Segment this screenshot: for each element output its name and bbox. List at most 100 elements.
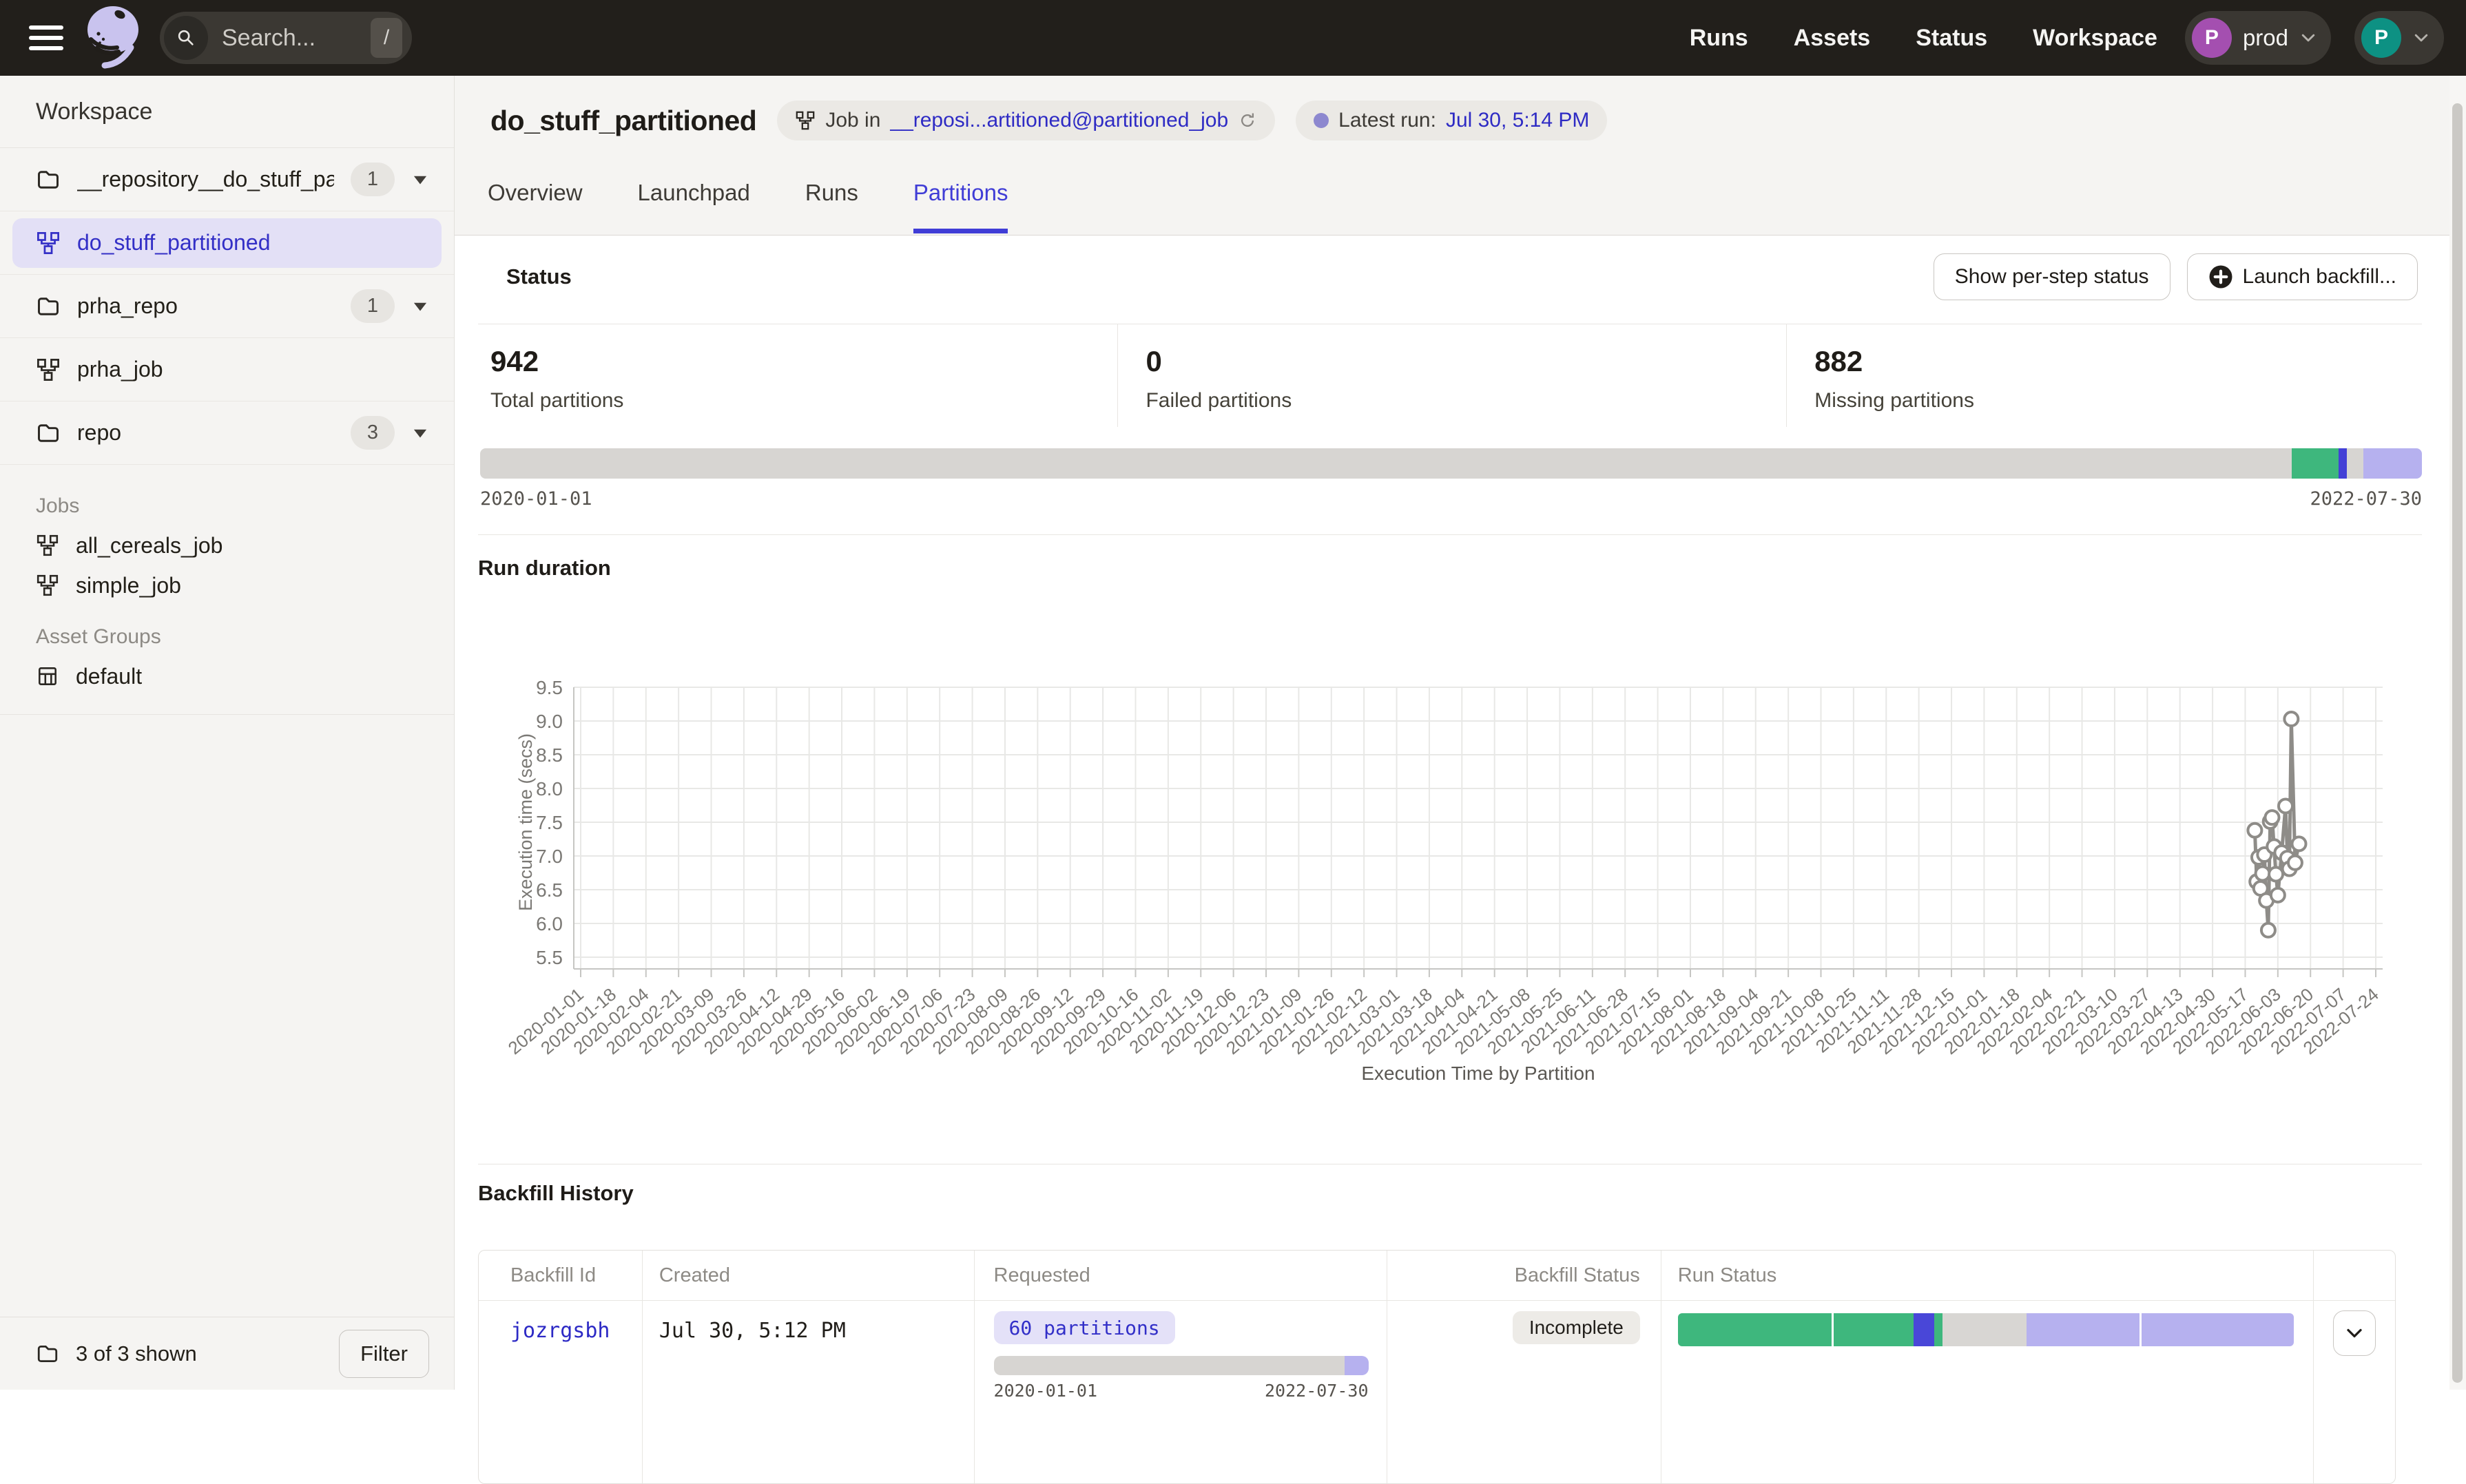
selected-job-pill[interactable]: do_stuff_partitioned [12, 218, 442, 268]
search-bar[interactable]: / [160, 12, 412, 64]
backfill-table-header: Backfill Id Created Requested Backfill S… [479, 1251, 2395, 1301]
scrollbar-thumb[interactable] [2452, 103, 2463, 1383]
requested-range-end: 2022-07-30 [1265, 1381, 1369, 1401]
status-heading: Status [506, 264, 572, 289]
backfill-id-link[interactable]: jozrgsbh [510, 1319, 610, 1343]
job-label: do_stuff_partitioned [77, 230, 442, 255]
job-icon [36, 574, 59, 597]
backfill-table-row: jozrgsbh Jul 30, 5:12 PM 60 partitions 2… [479, 1301, 2395, 1484]
search-shortcut-key: / [371, 18, 402, 58]
user-avatar: P [2361, 18, 2401, 58]
deployment-switcher[interactable]: P prod [2185, 11, 2331, 65]
tab-overview[interactable]: Overview [488, 179, 583, 233]
folder-icon [36, 1342, 59, 1366]
svg-text:9.0: 9.0 [536, 711, 563, 732]
nav-link-status[interactable]: Status [1916, 25, 1987, 52]
search-input[interactable] [220, 24, 347, 52]
sidebar-item-prha-job[interactable]: prha_job [0, 338, 454, 401]
folder-icon [36, 421, 61, 446]
dagster-logo-icon[interactable] [83, 5, 143, 71]
run-status-bar[interactable] [1678, 1313, 2294, 1346]
backfill-status-badge: Incomplete [1513, 1311, 1640, 1344]
requested-partitions-pill[interactable]: 60 partitions [994, 1311, 1175, 1344]
repository-label: __repository__do_stuff_partitio... [77, 167, 334, 192]
user-menu[interactable]: P [2354, 11, 2444, 65]
col-requested: Requested [975, 1251, 1388, 1300]
partition-health-section: 2020-01-01 2022-07-30 [480, 448, 2422, 510]
requested-progress-bar [994, 1356, 1369, 1375]
latest-run-link[interactable]: Jul 30, 5:14 PM [1446, 109, 1589, 132]
job-label: prha_job [77, 357, 429, 382]
sidebar-item-default-asset-group[interactable]: default [36, 656, 429, 696]
chevron-down-icon [2299, 29, 2317, 47]
tab-runs[interactable]: Runs [805, 179, 858, 233]
partition-health-bar[interactable] [480, 448, 2422, 479]
count-badge: 1 [351, 163, 395, 196]
backfill-history-heading: Backfill History [478, 1181, 634, 1205]
col-backfill-status: Backfill Status [1387, 1251, 1661, 1300]
job-origin-prefix: Job in [825, 109, 880, 132]
caret-down-icon[interactable] [411, 297, 429, 315]
caret-down-icon[interactable] [411, 424, 429, 442]
svg-text:9.5: 9.5 [536, 677, 563, 698]
sidebar-item-all-cereals-job[interactable]: all_cereals_job [36, 525, 429, 565]
sidebar-footer: 3 of 3 shown Filter [0, 1317, 454, 1390]
deployment-label: prod [2243, 25, 2288, 51]
folder-icon [36, 294, 61, 319]
run-duration-heading: Run duration [478, 556, 611, 580]
job-origin-link[interactable]: __reposi...artitioned@partitioned_job [890, 109, 1228, 132]
nav-link-runs[interactable]: Runs [1690, 25, 1748, 52]
count-badge: 3 [351, 416, 395, 450]
repo-count-text: 3 of 3 shown [76, 1341, 339, 1366]
range-end-label: 2022-07-30 [2310, 488, 2422, 510]
workspace-sidebar: Workspace __repository__do_stuff_partiti… [0, 76, 455, 1390]
repository-label: prha_repo [77, 293, 334, 319]
col-backfill-id: Backfill Id [479, 1251, 643, 1300]
sidebar-item-simple-job[interactable]: simple_job [36, 565, 429, 605]
tab-partitions[interactable]: Partitions [913, 179, 1008, 233]
sidebar-title: Workspace [0, 76, 454, 148]
requested-range-start: 2020-01-01 [994, 1381, 1098, 1401]
asset-group-label: default [76, 664, 142, 689]
tab-launchpad[interactable]: Launchpad [638, 179, 750, 233]
run-duration-chart[interactable]: 9.59.08.58.07.57.06.56.05.52020-01-01202… [455, 661, 2425, 1121]
sidebar-item-do-stuff-partitioned[interactable]: do_stuff_partitioned [0, 211, 454, 275]
stat-failed-partitions: 0 Failed partitions [1117, 324, 1786, 427]
job-label: simple_job [76, 573, 181, 598]
caret-down-icon[interactable] [411, 171, 429, 189]
search-icon [164, 16, 208, 60]
nav-link-workspace[interactable]: Workspace [2033, 25, 2157, 52]
filter-button[interactable]: Filter [339, 1330, 429, 1378]
svg-text:Execution Time by Partition: Execution Time by Partition [1361, 1063, 1595, 1084]
launch-backfill-button[interactable]: Launch backfill... [2187, 253, 2418, 300]
svg-text:8.0: 8.0 [536, 778, 563, 800]
asset-groups-section-label: Asset Groups [36, 623, 429, 651]
chevron-down-icon [2344, 1323, 2365, 1344]
asset-group-icon [36, 665, 59, 688]
expand-row-button[interactable] [2333, 1310, 2376, 1356]
svg-text:Execution time (secs): Execution time (secs) [515, 733, 536, 911]
sidebar-item-repository[interactable]: __repository__do_stuff_partitio... 1 [0, 148, 454, 211]
tab-bar: Overview Launchpad Runs Partitions [488, 179, 1008, 233]
sidebar-item-repo[interactable]: repo 3 [0, 401, 454, 465]
main-content: do_stuff_partitioned Job in __reposi...a… [455, 76, 2466, 1390]
sidebar-item-prha-repo[interactable]: prha_repo 1 [0, 275, 454, 338]
nav-links: Runs Assets Status Workspace [1690, 25, 2157, 52]
show-per-step-status-button[interactable]: Show per-step status [1934, 253, 2170, 300]
stat-value: 0 [1146, 345, 1786, 378]
col-actions [2314, 1251, 2395, 1300]
stat-value: 942 [490, 345, 1117, 378]
refresh-icon[interactable] [1238, 111, 1257, 130]
count-badge: 1 [351, 289, 395, 323]
svg-text:6.5: 6.5 [536, 879, 563, 901]
hamburger-menu-icon[interactable] [29, 25, 63, 50]
svg-text:5.5: 5.5 [536, 947, 563, 968]
nav-link-assets[interactable]: Assets [1794, 25, 1871, 52]
partition-stats: 942 Total partitions 0 Failed partitions… [478, 324, 2422, 427]
chevron-down-icon [2412, 29, 2430, 47]
page-scrollbar[interactable] [2449, 76, 2466, 1390]
created-timestamp: Jul 30, 5:12 PM [659, 1319, 846, 1343]
job-icon [36, 534, 59, 557]
job-origin-pill: Job in __reposi...artitioned@partitioned… [777, 101, 1275, 140]
job-icon [36, 357, 61, 382]
